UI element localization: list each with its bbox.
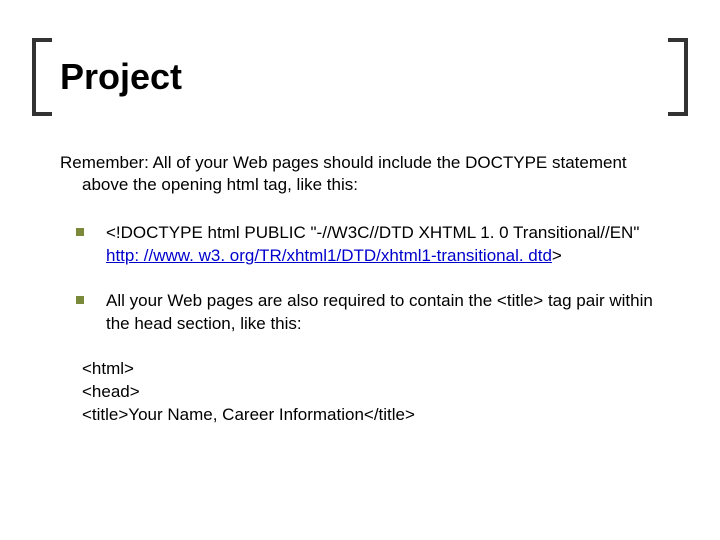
doctype-text-suffix: > (552, 246, 562, 265)
code-example: <html> <head> <title>Your Name, Career I… (60, 358, 660, 427)
bracket-right-icon (668, 38, 688, 116)
code-line-head: <head> (82, 381, 660, 404)
doctype-url-link[interactable]: http: //www. w3. org/TR/xhtml1/DTD/xhtml… (106, 246, 552, 265)
slide-content: Project Remember: All of your Web pages … (60, 50, 660, 427)
code-line-title: <title>Your Name, Career Information</ti… (82, 404, 660, 427)
bracket-left-icon (32, 38, 52, 116)
square-bullet-icon (76, 228, 84, 236)
title-container: Project (60, 50, 660, 104)
square-bullet-icon (76, 296, 84, 304)
slide-title: Project (60, 50, 660, 104)
code-line-html: <html> (82, 358, 660, 381)
doctype-text-prefix: <!DOCTYPE html PUBLIC "-//W3C//DTD XHTML… (106, 223, 639, 242)
bullet-doctype: <!DOCTYPE html PUBLIC "-//W3C//DTD XHTML… (60, 222, 660, 268)
title-requirement-text: All your Web pages are also required to … (106, 291, 653, 333)
bullet-title-requirement: All your Web pages are also required to … (60, 290, 660, 336)
intro-text: Remember: All of your Web pages should i… (60, 152, 660, 196)
